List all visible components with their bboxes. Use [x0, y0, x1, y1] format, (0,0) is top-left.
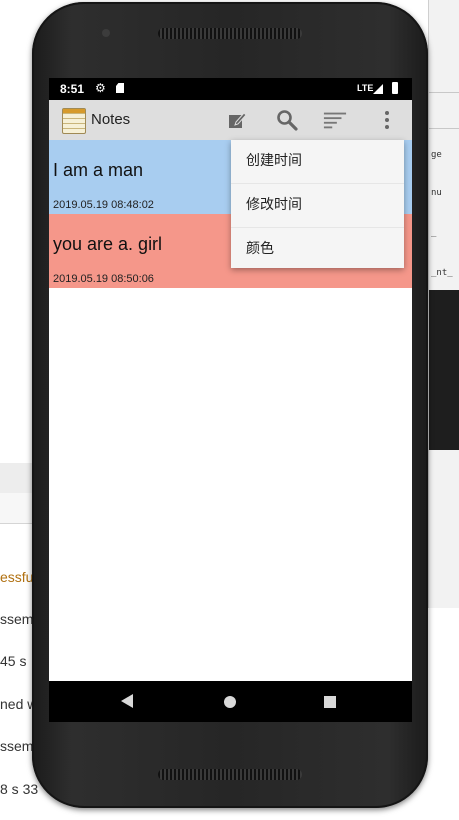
menu-item-created-time[interactable]: 创建时间: [231, 140, 404, 184]
status-time: 8:51: [60, 82, 85, 96]
menu-item-color[interactable]: 颜色: [231, 228, 404, 271]
battery-icon: [392, 82, 398, 94]
more-vert-icon: [385, 111, 389, 129]
ide-fragment: ge: [431, 150, 442, 160]
speaker-grille: [158, 28, 302, 39]
ide-fragment: _: [431, 228, 437, 238]
note-date: 2019.05.19 08:48:02: [53, 199, 154, 211]
notepad-app-icon: [62, 108, 86, 134]
sort-icon: [323, 112, 347, 129]
app-title: Notes: [91, 111, 131, 128]
sort-button[interactable]: [323, 108, 347, 132]
back-icon[interactable]: [121, 694, 133, 708]
recents-icon[interactable]: [324, 696, 336, 708]
sd-card-icon: [116, 83, 124, 93]
ide-divider: [429, 128, 459, 129]
app-bar: Notes: [49, 100, 412, 140]
build-output-line: essfu: [0, 569, 34, 585]
phone-screen: 8:51 ⚙ LTE Notes I am a man 2019.05.19 0…: [49, 78, 412, 722]
ide-divider: [429, 92, 459, 93]
front-camera: [102, 29, 110, 37]
ide-dark-panel: [429, 290, 459, 450]
speaker-grille: [158, 769, 302, 780]
new-note-button[interactable]: [225, 108, 249, 132]
sort-popup-menu: 创建时间 修改时间 颜色: [231, 140, 404, 268]
note-date: 2019.05.19 08:50:06: [53, 273, 154, 285]
note-title: you are a. girl: [53, 234, 163, 254]
network-type: LTE: [357, 83, 374, 93]
edit-note-icon: [229, 112, 247, 128]
search-button[interactable]: [275, 108, 299, 132]
build-output-line: ssem: [0, 738, 34, 754]
home-icon[interactable]: [224, 696, 236, 708]
menu-item-modified-time[interactable]: 修改时间: [231, 184, 404, 228]
settings-gear-icon: ⚙: [95, 81, 106, 95]
ide-fragment: _nt_: [431, 268, 453, 278]
note-title: I am a man: [53, 160, 144, 180]
ide-right-panel: ge nu _ _nt_: [428, 0, 459, 608]
build-output-line: 8 s 33: [0, 781, 39, 797]
build-output-line: ssem: [0, 611, 34, 627]
ide-fragment: nu: [431, 188, 442, 198]
search-icon: [277, 110, 298, 131]
signal-icon: [373, 84, 383, 94]
build-output-line: 45 s: [0, 653, 27, 669]
status-bar: 8:51 ⚙ LTE: [49, 78, 412, 100]
overflow-menu-button[interactable]: [375, 108, 399, 132]
navigation-bar: [49, 681, 412, 722]
